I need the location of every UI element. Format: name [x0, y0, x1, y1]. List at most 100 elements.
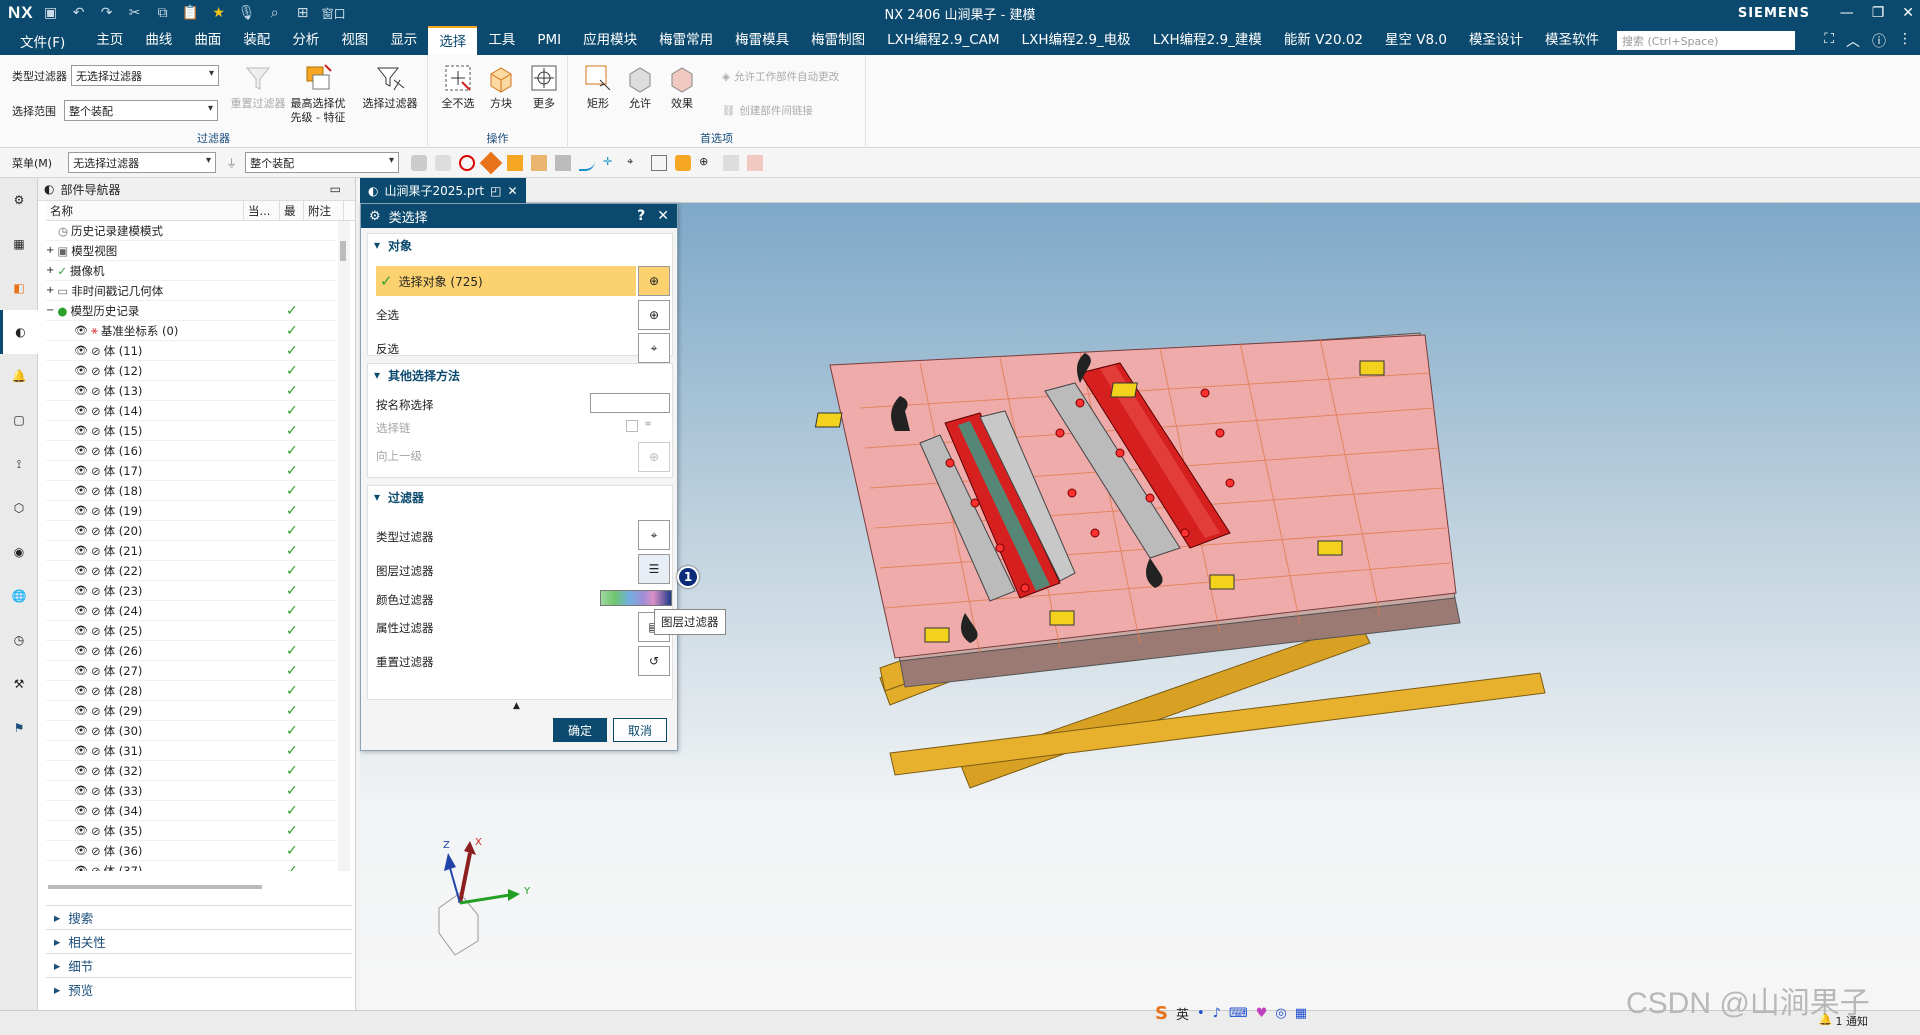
color-filter-swatch[interactable] [600, 590, 672, 606]
tab-3[interactable]: 装配 [232, 26, 281, 55]
assembly-navigator-icon[interactable]: ▦ [0, 222, 38, 266]
visibility-icon[interactable]: 👁 [74, 444, 88, 457]
tools-icon[interactable]: ⚒ [0, 662, 38, 706]
tree-row-body[interactable]: 👁 ⊘ 体 (11) ✓ [46, 341, 336, 361]
visibility-icon[interactable]: 👁 [74, 844, 88, 857]
reset-filter-button[interactable]: 重置过滤器 [226, 61, 290, 111]
invert-selection-button[interactable]: ⌖ [638, 333, 670, 363]
visibility-icon[interactable]: 👁 [74, 784, 88, 797]
navigator-section[interactable]: ▸ 相关性 [46, 929, 352, 953]
tab-6[interactable]: 显示 [379, 26, 428, 55]
part-navigator-icon[interactable]: ◐ [0, 310, 38, 354]
command-search-input[interactable]: 搜索 (Ctrl+Space) [1617, 31, 1795, 50]
visibility-icon[interactable]: 👁 [74, 524, 88, 537]
window-menu[interactable]: 窗口 [322, 5, 346, 22]
tree-row[interactable]: ◷ 历史记录建模模式 [46, 221, 336, 241]
ime-apps-icon[interactable]: ▦ [1295, 1006, 1307, 1021]
visibility-icon[interactable]: 👁 [74, 684, 88, 697]
navigator-scrollbar[interactable] [338, 221, 350, 871]
role-icon[interactable]: ⚑ [0, 706, 38, 750]
tree-row-body[interactable]: 👁 ⊘ 体 (22) ✓ [46, 561, 336, 581]
tab-16[interactable]: LXH编程2.9_建模 [1142, 26, 1273, 55]
tab-8[interactable]: 工具 [477, 26, 526, 55]
select-object-row[interactable]: ✓ 选择对象 (725) [376, 266, 636, 296]
visibility-icon[interactable]: 👁 [74, 404, 88, 417]
body-icon[interactable] [531, 154, 548, 171]
auto-change-work-part[interactable]: ◈ 允许工作部件自动更改 [722, 69, 839, 84]
history-icon[interactable]: ▢ [0, 398, 38, 442]
tree-row-body[interactable]: 👁 ⊘ 体 (25) ✓ [46, 621, 336, 641]
navigator-section[interactable]: ▸ 搜索 [46, 905, 352, 929]
tab-19[interactable]: 模圣设计 [1458, 26, 1534, 55]
sogou-icon[interactable]: S [1155, 1003, 1168, 1024]
toolbar-type-filter[interactable]: 无选择过滤器 [68, 152, 217, 173]
column-notes[interactable]: 附注 [304, 201, 344, 220]
scope-combo[interactable]: 整个装配 [64, 100, 218, 121]
select-chain-checkbox[interactable] [626, 420, 638, 432]
tree-row-body[interactable]: 👁 ⊘ 体 (21) ✓ [46, 541, 336, 561]
tree-row-body[interactable]: 👁 ⊘ 体 (36) ✓ [46, 841, 336, 861]
tree-row-body[interactable]: 👁 ⊘ 体 (18) ✓ [46, 481, 336, 501]
tree-row[interactable]: + ▣ 模型视图 [46, 241, 336, 261]
clock-icon[interactable]: ◷ [0, 618, 38, 662]
visibility-icon[interactable]: 👁 [74, 504, 88, 517]
graphics-tab[interactable]: ◐ 山涧果子2025.prt ◰ ✕ [360, 178, 526, 203]
tree-row-body[interactable]: 👁 ⊘ 体 (13) ✓ [46, 381, 336, 401]
tab-10[interactable]: 应用模块 [572, 26, 648, 55]
navigator-h-scrollbar[interactable] [48, 885, 262, 889]
tree-row-body[interactable]: 👁 ⊘ 体 (27) ✓ [46, 661, 336, 681]
type-filter-button[interactable]: ⌖ [638, 520, 670, 550]
visualization-icon[interactable]: ⬡ [0, 486, 38, 530]
face-icon[interactable] [507, 154, 524, 171]
settings-icon[interactable]: ⚙ [0, 178, 38, 222]
feature-icon[interactable] [435, 154, 452, 171]
no-select-icon[interactable] [459, 154, 476, 171]
visibility-icon[interactable]: 👁 [74, 864, 88, 871]
undo-icon[interactable]: ↶ [70, 5, 88, 21]
tree-row-body[interactable]: 👁 ⊘ 体 (35) ✓ [46, 821, 336, 841]
help-icon[interactable]: ⓘ [1872, 31, 1886, 51]
redo-icon[interactable]: ↷ [98, 5, 116, 21]
copy-icon[interactable]: ⧉ [154, 5, 172, 21]
menu-button[interactable]: 菜单(M) [0, 155, 60, 171]
component-icon[interactable] [675, 154, 692, 171]
cut-icon[interactable]: ✂ [126, 5, 144, 21]
visibility-icon[interactable]: 👁 [74, 744, 88, 757]
tree-row-body[interactable]: 👁 ⊘ 体 (17) ✓ [46, 461, 336, 481]
tab-7[interactable]: 选择 [428, 26, 478, 55]
tree-row-body[interactable]: 👁 ⊘ 体 (31) ✓ [46, 741, 336, 761]
snap-icon[interactable] [411, 154, 428, 171]
tree-row-body[interactable]: 👁 ⊘ 体 (29) ✓ [46, 701, 336, 721]
type-filter-combo[interactable]: 无选择过滤器 [71, 65, 219, 86]
tab-17[interactable]: 能新 V20.02 [1273, 26, 1374, 55]
tree-row-body[interactable]: 👁 ⊘ 体 (37) ✓ [46, 861, 336, 872]
restore-icon[interactable]: ❐ [1872, 5, 1885, 21]
effect-button[interactable]: 效果 [650, 61, 714, 111]
tree-row[interactable]: − ● 模型历史记录 ✓ [46, 301, 336, 321]
microphone-icon[interactable]: 🎙 [238, 5, 256, 21]
ime-keyboard-icon[interactable]: ⌨ [1229, 1006, 1248, 1021]
layer-filter-button[interactable]: ☰ [638, 554, 670, 584]
visibility-icon[interactable]: 👁 [74, 644, 88, 657]
tab-9[interactable]: PMI [526, 26, 572, 55]
ime-skin-icon[interactable]: ♥ [1256, 1006, 1268, 1021]
up-one-level-button[interactable]: ⊕ [638, 442, 670, 472]
tree-row-body[interactable]: 👁 ⊘ 体 (26) ✓ [46, 641, 336, 661]
column-current[interactable]: 当... [244, 201, 280, 220]
tree-row-body[interactable]: 👁 ⊘ 体 (33) ✓ [46, 781, 336, 801]
point-icon[interactable]: ✛ [603, 155, 619, 171]
visibility-icon[interactable]: 👁 [74, 584, 88, 597]
ime-language[interactable]: 英 [1176, 1004, 1189, 1023]
visibility-icon[interactable]: 👁 [74, 484, 88, 497]
collapse-ribbon-icon[interactable]: ︿ [1846, 31, 1860, 51]
command-finder-icon[interactable]: ⌕ [266, 5, 284, 21]
visibility-icon[interactable]: 👁 [74, 544, 88, 557]
tree-row-body[interactable]: 👁 ⊘ 体 (24) ✓ [46, 601, 336, 621]
navigator-section[interactable]: ▸ 细节 [46, 953, 352, 977]
visibility-icon[interactable]: 👁 [74, 704, 88, 717]
tree-row-body[interactable]: 👁 ⊘ 体 (30) ✓ [46, 721, 336, 741]
visibility-icon[interactable]: 👁 [74, 424, 88, 437]
visibility-icon[interactable]: 👁 [74, 764, 88, 777]
tree-row[interactable]: + ▭ 非时间戳记几何体 [46, 281, 336, 301]
visibility-icon[interactable]: 👁 [74, 344, 88, 357]
